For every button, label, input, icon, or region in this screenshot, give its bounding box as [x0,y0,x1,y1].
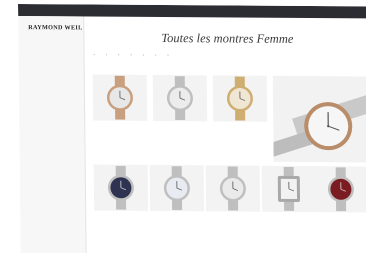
product-card[interactable] [211,75,270,153]
brand-logo[interactable]: RAYMOND WEIL [28,24,82,31]
product-card[interactable] [148,164,207,243]
sidebar-nav [28,49,29,105]
page-title: Toutes les montres Femme [161,31,294,46]
watch-image [163,166,190,211]
product-image[interactable] [92,74,148,121]
watch-image [327,167,354,212]
chevron-down-icon: ▾ [130,53,132,57]
featured-watch-image [272,94,366,159]
chevron-down-icon: ▾ [93,53,95,57]
filter-dropdown[interactable]: ▾ [90,52,96,56]
chevron-down-icon: ▾ [167,53,169,57]
product-image[interactable] [212,75,268,122]
featured-product-banner[interactable] [272,75,366,163]
watch-image [166,76,193,121]
browser-page: RAYMOND WEIL Toutes les montres Femme ▾ … [18,4,366,253]
product-card[interactable] [91,74,150,153]
filter-dropdown[interactable]: ▾ [152,52,158,56]
sidebar: RAYMOND WEIL [18,16,87,253]
filter-dropdown[interactable]: ▾ [140,52,146,56]
filter-bar: ▾ ▾ ▾ ▾ ▾ ▾ ▾ [90,51,366,60]
filter-dropdown[interactable]: ▾ [103,52,109,56]
watch-image [107,165,134,210]
product-card[interactable] [92,164,151,243]
product-card[interactable] [312,166,366,244]
watch-image [106,75,133,120]
filter-dropdown[interactable]: ▾ [164,53,170,57]
product-image[interactable] [152,74,208,122]
watch-image [277,166,301,211]
product-image[interactable] [205,165,261,212]
product-image[interactable] [261,165,317,213]
filter-dropdown[interactable]: ▾ [115,52,121,56]
product-image[interactable] [313,166,366,213]
product-image[interactable] [93,164,149,211]
main-content: Toutes les montres Femme ▾ ▾ ▾ ▾ ▾ ▾ ▾ [88,16,366,253]
filter-dropdown[interactable]: ▾ [127,52,133,56]
product-image[interactable] [149,164,205,212]
product-card[interactable] [204,165,263,243]
product-card[interactable] [260,165,319,244]
chevron-down-icon: ▾ [155,53,157,57]
watch-image [226,76,253,121]
product-card[interactable] [151,74,210,153]
chevron-down-icon: ▾ [105,53,108,57]
chevron-down-icon: ▾ [118,53,120,57]
chevron-down-icon: ▾ [142,53,145,57]
watch-image [219,166,246,211]
